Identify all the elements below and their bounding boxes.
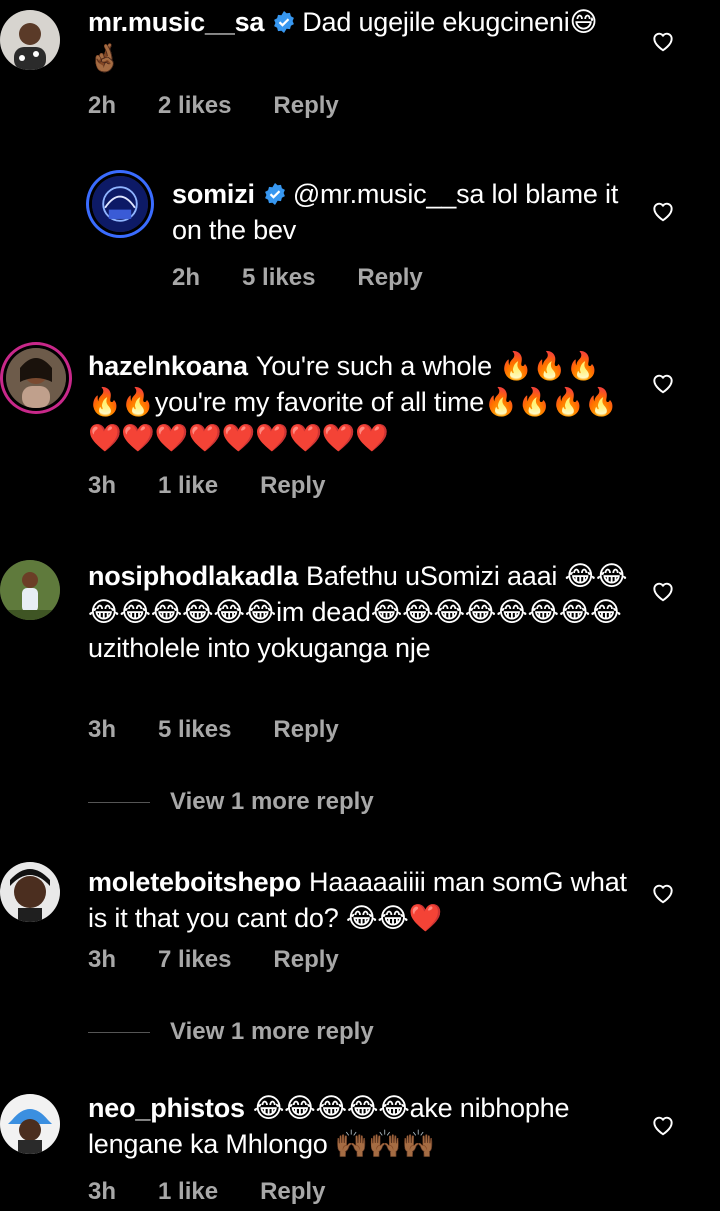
likes-count[interactable]: 1 like [158, 1178, 218, 1206]
likes-count[interactable]: 7 likes [158, 946, 231, 974]
comment-text: mr.music__sa Dad ugejile ekugcineni😅🤞🏾 [88, 4, 628, 76]
view-more-label: View 1 more reply [170, 788, 374, 815]
heart-outline-icon[interactable] [650, 880, 676, 906]
heart-outline-icon[interactable] [650, 198, 676, 224]
username[interactable]: hazelnkoana [88, 351, 248, 381]
comment-meta: 2h 2 likes Reply [88, 92, 339, 120]
likes-count[interactable]: 5 likes [158, 716, 231, 744]
avatar[interactable] [0, 1094, 60, 1154]
avatar[interactable] [0, 10, 60, 70]
timestamp: 2h [172, 264, 201, 291]
heart-outline-icon[interactable] [650, 1112, 676, 1138]
divider [88, 801, 150, 803]
timestamp: 3h [88, 946, 117, 973]
heart-outline-icon[interactable] [650, 28, 676, 54]
timestamp: 3h [88, 716, 117, 743]
timestamp: 2h [88, 92, 117, 119]
username[interactable]: mr.music__sa [88, 7, 264, 37]
comment-text: nosiphodlakadla Bafethu uSomizi aaai 😂😂😂😂… [88, 558, 628, 666]
avatar[interactable] [0, 560, 60, 620]
likes-count[interactable]: 5 likes [242, 264, 315, 292]
reply-button[interactable]: Reply [273, 92, 338, 120]
comment-text: somizi @mr.music__sa lol blame it on the … [172, 176, 622, 248]
comment-text: hazelnkoana You're such a whole 🔥🔥🔥🔥🔥you'… [88, 348, 628, 456]
divider [88, 1031, 150, 1033]
comment-meta: 3h 1 like Reply [88, 472, 325, 500]
view-more-replies-button[interactable]: View 1 more reply [88, 788, 374, 816]
comment-meta: 3h 1 like Reply [88, 1178, 325, 1206]
reply-button[interactable]: Reply [273, 946, 338, 974]
timestamp: 3h [88, 472, 117, 499]
verified-badge-icon [264, 183, 285, 205]
reply-button[interactable]: Reply [260, 472, 325, 500]
comment-meta: 3h 7 likes Reply [88, 946, 339, 974]
reply-button[interactable]: Reply [260, 1178, 325, 1206]
comment-meta: 2h 5 likes Reply [172, 264, 423, 292]
view-more-label: View 1 more reply [170, 1018, 374, 1045]
username[interactable]: nosiphodlakadla [88, 561, 298, 591]
view-more-replies-button[interactable]: View 1 more reply [88, 1018, 374, 1046]
avatar[interactable] [6, 348, 66, 408]
username[interactable]: moleteboitshepo [88, 867, 301, 897]
heart-outline-icon[interactable] [650, 370, 676, 396]
username[interactable]: neo_phistos [88, 1093, 245, 1123]
timestamp: 3h [88, 1178, 117, 1205]
reply-button[interactable]: Reply [273, 716, 338, 744]
likes-count[interactable]: 2 likes [158, 92, 231, 120]
username[interactable]: somizi [172, 179, 255, 209]
reply-button[interactable]: Reply [357, 264, 422, 292]
avatar[interactable] [0, 862, 60, 922]
likes-count[interactable]: 1 like [158, 472, 218, 500]
comment-text: neo_phistos 😂😂😂😂😂ake nibhophe lengane ka … [88, 1090, 628, 1162]
comment-text: moleteboitshepo Haaaaaiiii man somG what … [88, 864, 628, 936]
comment-meta: 3h 5 likes Reply [88, 716, 339, 744]
verified-badge-icon [274, 11, 295, 33]
avatar[interactable] [92, 176, 148, 232]
heart-outline-icon[interactable] [650, 578, 676, 604]
